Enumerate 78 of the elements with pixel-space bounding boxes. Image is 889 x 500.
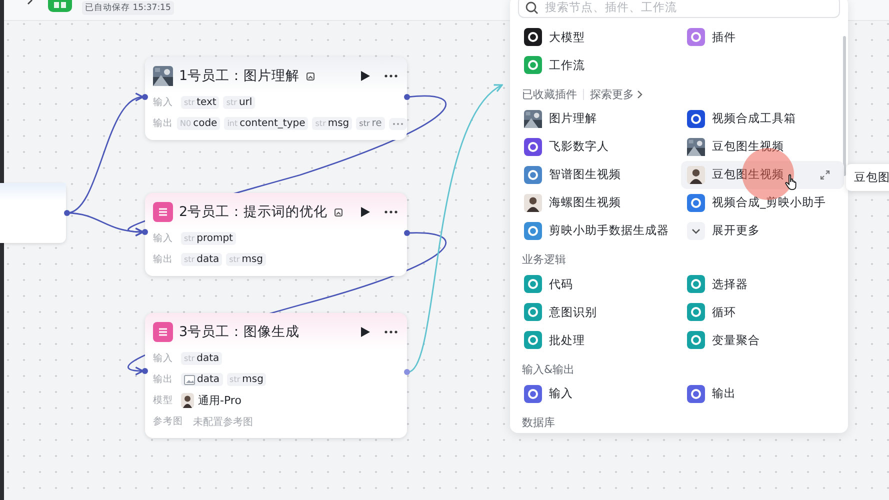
chevron-right-icon — [637, 90, 643, 100]
row-label: 输出 — [153, 117, 173, 130]
node-option[interactable]: 豆包图生视频 — [681, 132, 844, 161]
row-label: 输出 — [153, 373, 174, 386]
variable-tag: str msg — [226, 253, 266, 266]
node-option[interactable]: 飞影数字人 — [518, 132, 681, 161]
variable-tag: str msg — [226, 373, 266, 386]
scrollbar[interactable] — [843, 36, 846, 176]
node-option[interactable]: 视频合成_剪映小助手 — [681, 188, 844, 217]
port-dot[interactable] — [404, 230, 410, 236]
variable-tag: str text — [181, 96, 220, 109]
variable-tag: str url — [223, 96, 256, 109]
chevron-down-icon — [687, 222, 705, 240]
node-option[interactable]: 海螺图生视频 — [518, 188, 681, 217]
port-dot[interactable] — [64, 210, 70, 216]
node-card[interactable]: 3号员工：图像生成 输入 str data 输出 data str msg 模型 通用-Pro 参考图 未配置参考图 — [145, 313, 407, 438]
node-title: 3号员工：图像生成 — [179, 323, 300, 341]
node-option[interactable]: 展开更多 — [681, 216, 844, 245]
variable-tag: N0 code — [177, 117, 220, 130]
node-title: 2号员工：提示词的优化 — [179, 203, 328, 221]
run-icon[interactable] — [359, 206, 371, 218]
section-heading: 业务逻辑 — [522, 252, 566, 268]
node-option[interactable]: 豆包图生视频 — [681, 160, 844, 189]
port-dot[interactable] — [404, 94, 410, 100]
row-label: 模型 — [153, 394, 174, 407]
row-label: 输入 — [153, 232, 174, 245]
explore-more-link[interactable]: 探索更多 — [590, 87, 643, 102]
run-icon[interactable] — [359, 70, 371, 82]
run-icon[interactable] — [359, 326, 371, 338]
variable-tag: int content_type — [224, 117, 308, 130]
node-option[interactable]: 意图识别 — [518, 298, 681, 326]
section-heading: 输入&输出 — [522, 362, 575, 377]
node-card[interactable]: 2号员工：提示词的优化 输入 str prompt 输出 str data str msg — [145, 193, 407, 276]
expand-icon[interactable] — [820, 170, 830, 180]
model-name: 通用-Pro — [198, 393, 242, 408]
node-option[interactable]: 智谱图生视频 — [518, 160, 681, 189]
node-option[interactable]: 选择器 — [681, 270, 844, 298]
row-label: 输入 — [153, 96, 174, 109]
node-option[interactable]: 大模型 — [518, 23, 681, 52]
node-option[interactable]: 输出 — [681, 380, 844, 408]
node-option[interactable]: 插件 — [681, 23, 844, 52]
autosave-status: 已自动保存 15:37:15 — [82, 1, 174, 15]
node-option[interactable]: 视频合成工具箱 — [681, 104, 844, 133]
person-icon — [687, 166, 705, 184]
search-icon — [525, 1, 539, 15]
image-type-icon — [184, 374, 195, 384]
section-heading: 已收藏插件 — [522, 87, 577, 102]
variable-tag: str msg — [312, 117, 352, 130]
variable-tag: str data — [181, 253, 222, 266]
node-option[interactable]: 批处理 — [518, 326, 681, 354]
node-option[interactable]: 剪映小助手数据生成器 — [518, 216, 681, 245]
node-option[interactable]: 变量聚合 — [681, 326, 844, 354]
port-dot[interactable] — [404, 369, 410, 375]
tooltip: 豆包图 — [846, 164, 889, 191]
node-title: 1号员工：图片理解 — [179, 67, 300, 85]
port-dot[interactable] — [142, 94, 148, 100]
row-label: 输出 — [153, 253, 174, 266]
node-option[interactable]: 图片理解 — [518, 104, 681, 133]
node-option[interactable]: 循环 — [681, 298, 844, 326]
variable-tag: str prompt — [181, 232, 236, 245]
variable-tag: str re — [356, 117, 385, 130]
person-icon — [524, 194, 542, 212]
variable-tag: str data — [181, 352, 222, 365]
node-option[interactable]: 代码 — [518, 270, 681, 298]
section-heading: 数据库 — [522, 415, 555, 430]
search-field[interactable]: 搜索节点、插件、工作流 — [518, 0, 840, 18]
node-card[interactable]: 1号员工：图片理解 输入 str text str url 输出 N0 code int content_type str msg str re — [145, 57, 407, 140]
cursor-icon — [785, 174, 799, 191]
port-dot[interactable] — [142, 229, 148, 235]
port-dot[interactable] — [142, 368, 148, 374]
node-option[interactable]: 输入 — [518, 380, 681, 408]
app-logo-icon — [48, 0, 72, 12]
node-option[interactable]: 工作流 — [518, 51, 681, 80]
row-label: 输入 — [153, 352, 174, 365]
variable-tag: data — [181, 373, 223, 386]
row-label: 参考图 — [153, 415, 183, 428]
empty-note: 未配置参考图 — [193, 416, 253, 428]
person-icon — [181, 393, 194, 408]
